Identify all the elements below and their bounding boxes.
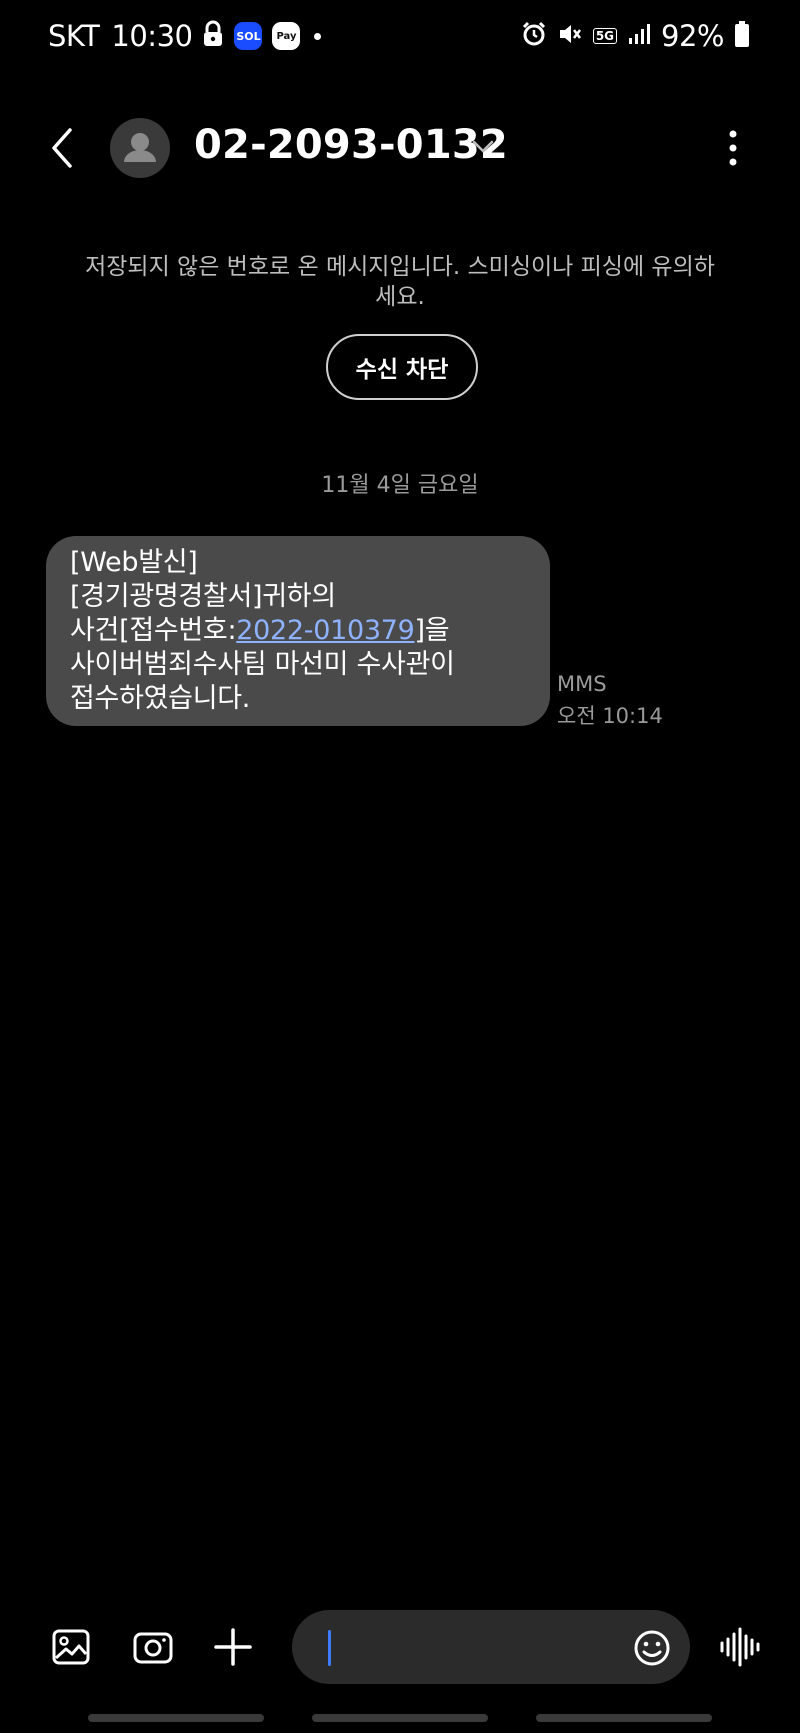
date-divider: 11월 4일 금요일 xyxy=(321,473,479,498)
clock: 10:30 xyxy=(111,19,193,53)
carrier-label: SKT xyxy=(48,19,100,53)
camera-icon xyxy=(133,1632,173,1664)
text-cursor xyxy=(328,1630,331,1666)
message-text: ]을 xyxy=(414,615,450,646)
battery-percent: 92% xyxy=(661,19,724,53)
message-type-label: MMS xyxy=(557,672,607,696)
chevron-down-icon[interactable] xyxy=(470,136,496,158)
alarm-icon xyxy=(521,21,547,51)
emoji-button[interactable] xyxy=(632,1628,672,1668)
back-button[interactable] xyxy=(42,120,90,176)
status-bar: SKT 10:30 SOL Pay 5G 92% xyxy=(0,0,800,72)
signal-icon xyxy=(627,22,651,50)
notification-dot-icon xyxy=(314,32,322,40)
message-line: 사이버범죄수사팀 마선미 수사관이 xyxy=(70,649,455,680)
message-line: [Web발신] xyxy=(70,547,198,578)
more-options-button[interactable] xyxy=(718,128,748,168)
network-5g-icon: 5G xyxy=(592,28,618,44)
message-bubble[interactable]: [Web발신] [경기광명경찰서]귀하의 사건[접수번호:2022-010379… xyxy=(46,536,550,726)
message-line: [경기광명경찰서]귀하의 xyxy=(70,581,336,612)
voice-input-button[interactable] xyxy=(718,1626,762,1668)
nav-bar-pill xyxy=(536,1714,712,1722)
mute-icon xyxy=(557,21,583,51)
add-attachment-button[interactable] xyxy=(210,1624,256,1670)
message-input[interactable] xyxy=(292,1610,690,1684)
image-icon xyxy=(52,1629,90,1665)
camera-button[interactable] xyxy=(130,1624,176,1670)
back-arrow-icon xyxy=(52,128,72,168)
case-number-link[interactable]: 2022-010379 xyxy=(236,615,415,646)
battery-icon xyxy=(734,20,750,52)
more-vert-icon xyxy=(729,130,737,166)
status-left: SKT 10:30 SOL Pay xyxy=(48,16,322,56)
pay-app-icon: Pay xyxy=(272,22,301,50)
voice-wave-icon xyxy=(720,1627,760,1667)
status-right: 5G 92% xyxy=(521,16,750,56)
emoji-icon xyxy=(634,1630,670,1666)
lock-icon xyxy=(202,20,224,52)
nav-bar-pill xyxy=(88,1714,264,1722)
message-text: 사건[접수번호: xyxy=(70,615,237,646)
message-line: 사건[접수번호:2022-010379]을 xyxy=(70,614,526,648)
message-line: 접수하였습니다. xyxy=(70,683,251,714)
person-icon xyxy=(124,133,156,162)
spam-warning-notice: 저장되지 않은 번호로 온 메시지입니다. 스미싱이나 피싱에 유의하세요. xyxy=(85,254,715,310)
sol-app-icon: SOL xyxy=(234,22,263,50)
gallery-button[interactable] xyxy=(48,1624,94,1670)
nav-bar-pill xyxy=(312,1714,488,1722)
block-number-button[interactable]: 수신 차단 xyxy=(326,334,478,400)
message-timestamp: 오전 10:14 xyxy=(557,704,663,728)
contact-number[interactable]: 02-2093-0132 xyxy=(194,122,508,168)
contact-avatar[interactable] xyxy=(110,118,170,178)
plus-icon xyxy=(214,1628,252,1666)
